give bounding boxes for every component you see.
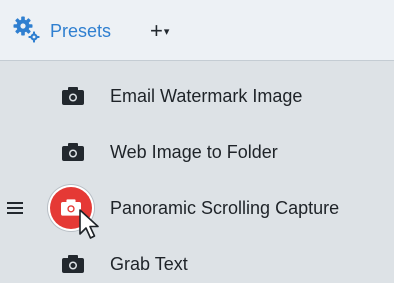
preset-label: Email Watermark Image bbox=[110, 86, 303, 106]
camera-icon bbox=[62, 255, 84, 273]
presets-header: Presets +▾ bbox=[0, 0, 394, 61]
preset-item[interactable]: Email Watermark Image bbox=[0, 68, 394, 124]
preset-label: Panoramic Scrolling Capture bbox=[110, 198, 340, 218]
preset-label: Web Image to Folder bbox=[110, 142, 278, 162]
presets-label[interactable]: Presets bbox=[50, 20, 111, 42]
add-preset-button[interactable]: +▾ bbox=[150, 19, 169, 43]
preset-label: Grab Text bbox=[110, 254, 188, 274]
add-label: + bbox=[150, 18, 163, 43]
chevron-down-icon: ▾ bbox=[163, 26, 170, 39]
preset-item-active[interactable]: Panoramic Scrolling Capture bbox=[0, 180, 394, 239]
camera-icon bbox=[62, 143, 84, 161]
presets-panel: Presets +▾ Email Watermark Image Web Ima… bbox=[0, 0, 394, 283]
gear-icon[interactable] bbox=[12, 15, 42, 45]
preset-item[interactable]: Grab Text bbox=[0, 236, 394, 292]
preset-item[interactable]: Web Image to Folder bbox=[0, 124, 394, 180]
drag-handle-icon[interactable] bbox=[7, 201, 23, 215]
camera-icon bbox=[62, 87, 84, 105]
